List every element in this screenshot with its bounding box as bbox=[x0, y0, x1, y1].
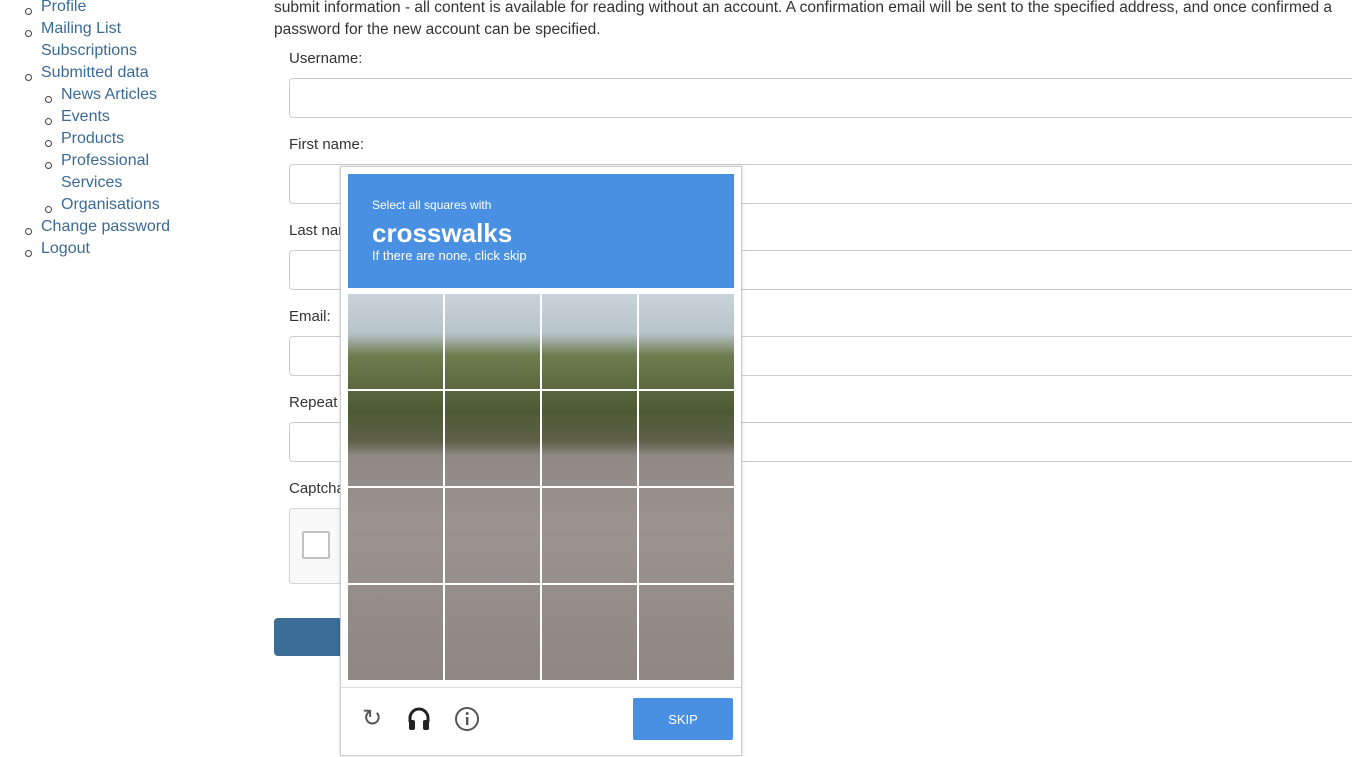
sidebar-item-profile[interactable]: Profile bbox=[41, 0, 86, 18]
captcha-tile[interactable] bbox=[639, 294, 734, 389]
username-input[interactable] bbox=[289, 78, 1352, 118]
sidebar-item-mailing-list[interactable]: Mailing List Subscriptions bbox=[41, 18, 151, 62]
bullet-icon bbox=[25, 250, 32, 257]
captcha-tile[interactable] bbox=[639, 488, 734, 583]
bullet-icon bbox=[45, 96, 52, 103]
captcha-tile[interactable] bbox=[445, 391, 540, 486]
captcha-tile[interactable] bbox=[542, 294, 637, 389]
captcha-tile[interactable] bbox=[348, 391, 443, 486]
sidebar-item-change-password[interactable]: Change password bbox=[41, 216, 170, 238]
sidebar-item-products[interactable]: Products bbox=[61, 128, 124, 150]
info-icon[interactable] bbox=[454, 706, 480, 732]
captcha-tile[interactable] bbox=[542, 585, 637, 680]
captcha-challenge-popup: Select all squares with crosswalks If th… bbox=[340, 166, 742, 756]
captcha-footer: ↻ SKIP bbox=[341, 687, 741, 757]
sidebar-item-professional-services[interactable]: Professional Services bbox=[61, 150, 161, 194]
bullet-icon bbox=[25, 8, 32, 15]
sidebar-item-submitted-data[interactable]: Submitted data bbox=[41, 62, 149, 84]
captcha-tile[interactable] bbox=[348, 585, 443, 680]
firstname-label: First name: bbox=[289, 136, 365, 153]
bullet-icon bbox=[25, 228, 32, 235]
intro-text: submit information - all content is avai… bbox=[274, 0, 1333, 38]
sidebar-item-organisations[interactable]: Organisations bbox=[61, 194, 160, 216]
headphones-icon[interactable] bbox=[406, 706, 432, 732]
captcha-tile[interactable] bbox=[348, 294, 443, 389]
bullet-icon bbox=[45, 206, 52, 213]
captcha-hint: If there are none, click skip bbox=[372, 248, 527, 263]
captcha-tile[interactable] bbox=[542, 488, 637, 583]
recaptcha-checkbox[interactable] bbox=[302, 531, 330, 559]
captcha-tile[interactable] bbox=[445, 294, 540, 389]
captcha-tile[interactable] bbox=[639, 585, 734, 680]
captcha-tile[interactable] bbox=[639, 391, 734, 486]
reload-icon[interactable]: ↻ bbox=[359, 706, 385, 732]
sidebar-item-logout[interactable]: Logout bbox=[41, 238, 90, 260]
captcha-tile[interactable] bbox=[542, 391, 637, 486]
captcha-image-grid bbox=[348, 294, 734, 680]
bullet-icon bbox=[25, 30, 32, 37]
bullet-icon bbox=[45, 118, 52, 125]
sidebar-item-events[interactable]: Events bbox=[61, 106, 110, 128]
captcha-instruction: Select all squares with bbox=[372, 198, 492, 212]
email-label: Email: bbox=[289, 308, 331, 325]
bullet-icon bbox=[45, 140, 52, 147]
captcha-tile[interactable] bbox=[348, 488, 443, 583]
bullet-icon bbox=[45, 162, 52, 169]
captcha-target: crosswalks bbox=[372, 218, 513, 248]
captcha-tile[interactable] bbox=[445, 488, 540, 583]
captcha-tile[interactable] bbox=[445, 585, 540, 680]
captcha-header: Select all squares with crosswalks If th… bbox=[348, 174, 734, 288]
sidebar-item-news-articles[interactable]: News Articles bbox=[61, 84, 157, 106]
username-label: Username: bbox=[289, 50, 363, 67]
skip-button[interactable]: SKIP bbox=[633, 698, 733, 740]
bullet-icon bbox=[25, 74, 32, 81]
